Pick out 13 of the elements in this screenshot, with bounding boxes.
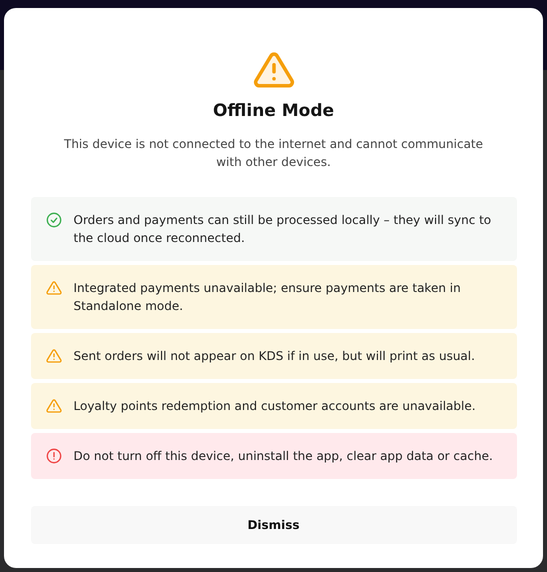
dismiss-button[interactable]: Dismiss: [30, 506, 516, 544]
notice-text: Do not turn off this device, uninstall the app, clear app data or cache.: [74, 448, 494, 465]
notice-text: Orders and payments can still be processed locally – they will sync to the cloud once reconnected.: [74, 212, 492, 247]
error-icon: [46, 448, 62, 464]
dialog-title: Offline Mode: [212, 101, 334, 121]
notice-text: Sent orders will not appear on KDS if in use, but will print as usual.: [74, 348, 476, 365]
warning-icon: [46, 398, 62, 414]
notice-text: Loyalty points redemption and customer accounts are unavailable.: [74, 398, 477, 415]
check-circle-icon: [46, 212, 62, 228]
notice-text: Integrated payments unavailable; ensure payments are taken in Standalone mode.: [74, 280, 462, 315]
warning-icon: [46, 348, 62, 364]
dialog-message: This device is not connected to the internet and cannot communicate with other devices.: [64, 136, 484, 171]
warning-icon: [46, 280, 62, 296]
